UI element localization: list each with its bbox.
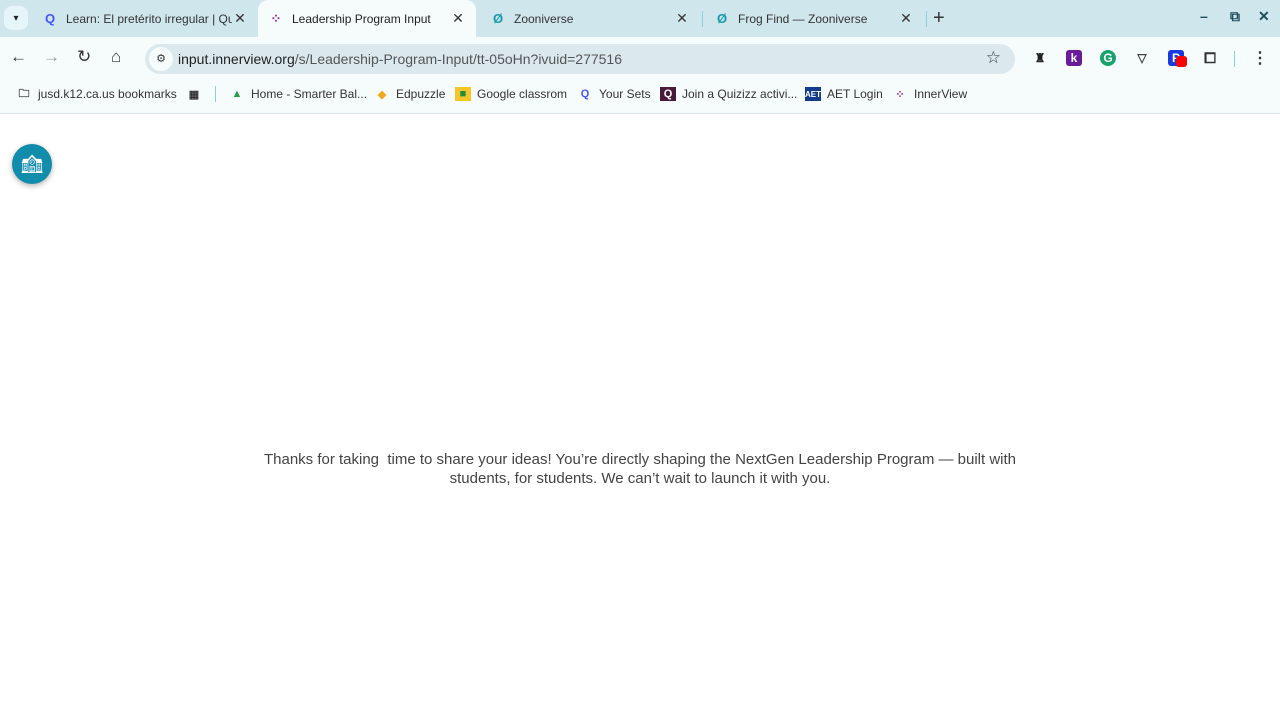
- zooniverse-icon: Ø: [492, 11, 504, 26]
- close-icon[interactable]: ✕: [898, 10, 914, 27]
- close-icon[interactable]: ✕: [674, 10, 690, 27]
- address-bar[interactable]: ⚙ input.innerview.org/s/Leadership-Progr…: [145, 44, 1015, 74]
- shield-extension-icon[interactable]: ▽: [1134, 50, 1150, 66]
- close-window-button[interactable]: ✕: [1258, 8, 1270, 25]
- grammarly-extension-icon[interactable]: G: [1100, 50, 1116, 66]
- tab-title: Frog Find — Zooniverse: [738, 11, 868, 26]
- bookmark-your-sets[interactable]: Q Your Sets: [577, 87, 651, 101]
- quizlet-icon: Q: [580, 88, 590, 100]
- extension-icon[interactable]: ♜: [1032, 50, 1048, 66]
- apps-button[interactable]: ▦: [186, 87, 208, 101]
- bookmark-folder[interactable]: 🗀 jusd.k12.ca.us bookmarks: [16, 87, 177, 101]
- bookmark-label: InnerView: [914, 87, 968, 101]
- bookmark-separator: [215, 86, 216, 102]
- bookmark-label: Home - Smarter Bal...: [251, 87, 368, 101]
- url-text[interactable]: input.innerview.org/s/Leadership-Program…: [178, 51, 622, 67]
- zooniverse-icon: Ø: [716, 11, 728, 26]
- aet-icon: AET: [805, 87, 821, 101]
- bookmark-quizizz[interactable]: Q Join a Quizizz activi...: [660, 87, 797, 101]
- managed-folder-icon: 🗀: [18, 87, 30, 100]
- tab-learn[interactable]: Q Learn: El pretérito irregular | Qu ✕: [32, 0, 258, 37]
- toolbar: ← → ↻ ⌂ ⚙ input.innerview.org/s/Leadersh…: [0, 37, 1280, 77]
- tab-strip: ▾ Q Learn: El pretérito irregular | Qu ✕…: [0, 0, 1280, 37]
- bookmark-label: Edpuzzle: [396, 87, 446, 101]
- bookmark-star-icon[interactable]: ☆: [986, 48, 1001, 68]
- bookmark-label: Google classrom: [477, 87, 568, 101]
- google-classroom-icon: ■: [455, 87, 471, 101]
- close-icon[interactable]: ✕: [450, 10, 466, 27]
- back-button[interactable]: ←: [10, 47, 27, 67]
- home-button[interactable]: ⌂: [111, 47, 121, 67]
- forward-button[interactable]: →: [43, 47, 60, 67]
- bookmark-innerview[interactable]: ⁘ InnerView: [892, 87, 967, 101]
- tab-leadership-program-input[interactable]: ⁘ Leadership Program Input ✕: [258, 0, 476, 37]
- tab-search-button[interactable]: ▾: [4, 6, 28, 30]
- bookmarks-bar: 🗀 jusd.k12.ca.us bookmarks ▦ ▲ Home - Smar…: [0, 77, 1280, 114]
- bookmark-label: Your Sets: [599, 87, 651, 101]
- tab-separator: [926, 11, 927, 27]
- bookmark-label: AET Login: [827, 87, 883, 101]
- quizlet-icon: Q: [44, 11, 56, 26]
- edpuzzle-icon: ◆: [377, 88, 387, 101]
- school-building-icon: 🏫︎: [20, 153, 44, 174]
- bookmark-label: Join a Quizizz activi...: [682, 87, 798, 101]
- url-path: /s/Leadership-Program-Input/tt-05oHn?ivu…: [294, 51, 623, 67]
- kami-extension-icon[interactable]: k: [1066, 50, 1082, 66]
- innerview-icon: ⁘: [895, 88, 905, 101]
- school-floating-button[interactable]: 🏫︎: [12, 144, 52, 184]
- thank-you-message: Thanks for taking time to share your ide…: [263, 451, 1021, 487]
- smarter-balanced-icon: ▲: [231, 88, 243, 100]
- tab-title: Leadership Program Input: [292, 11, 431, 26]
- toolbar-separator: [1234, 51, 1235, 67]
- tab-frog-find[interactable]: Ø Frog Find — Zooniverse ✕: [704, 0, 924, 37]
- minimize-button[interactable]: –: [1200, 8, 1208, 24]
- bookmark-google-classroom[interactable]: ■ Google classrom: [455, 87, 567, 101]
- extension-icon[interactable]: P: [1168, 50, 1187, 67]
- bookmark-aet-login[interactable]: AET AET Login: [805, 87, 883, 101]
- site-info-icon[interactable]: ⚙: [149, 47, 173, 71]
- innerview-icon: ⁘: [270, 10, 282, 26]
- bookmark-label: jusd.k12.ca.us bookmarks: [38, 87, 177, 101]
- tab-separator: [702, 11, 703, 27]
- restore-button[interactable]: ⧉: [1230, 8, 1240, 25]
- url-host: input.innerview.org: [178, 51, 295, 67]
- extensions-puzzle-icon[interactable]: ⧠: [1202, 50, 1218, 67]
- menu-kebab-icon[interactable]: ⋮: [1252, 50, 1268, 67]
- reload-button[interactable]: ↻: [77, 47, 91, 67]
- tab-zooniverse[interactable]: Ø Zooniverse ✕: [480, 0, 700, 37]
- tab-title: Zooniverse: [514, 11, 574, 26]
- new-tab-button[interactable]: +: [933, 7, 945, 30]
- quizizz-icon: Q: [660, 87, 676, 101]
- close-icon[interactable]: ✕: [232, 10, 248, 27]
- bookmark-edpuzzle[interactable]: ◆ Edpuzzle: [374, 87, 446, 101]
- tab-title: Learn: El pretérito irregular | Qu: [66, 11, 232, 26]
- apps-grid-icon: ▦: [188, 88, 200, 101]
- bookmark-smarter-balanced[interactable]: ▲ Home - Smarter Bal...: [229, 87, 367, 101]
